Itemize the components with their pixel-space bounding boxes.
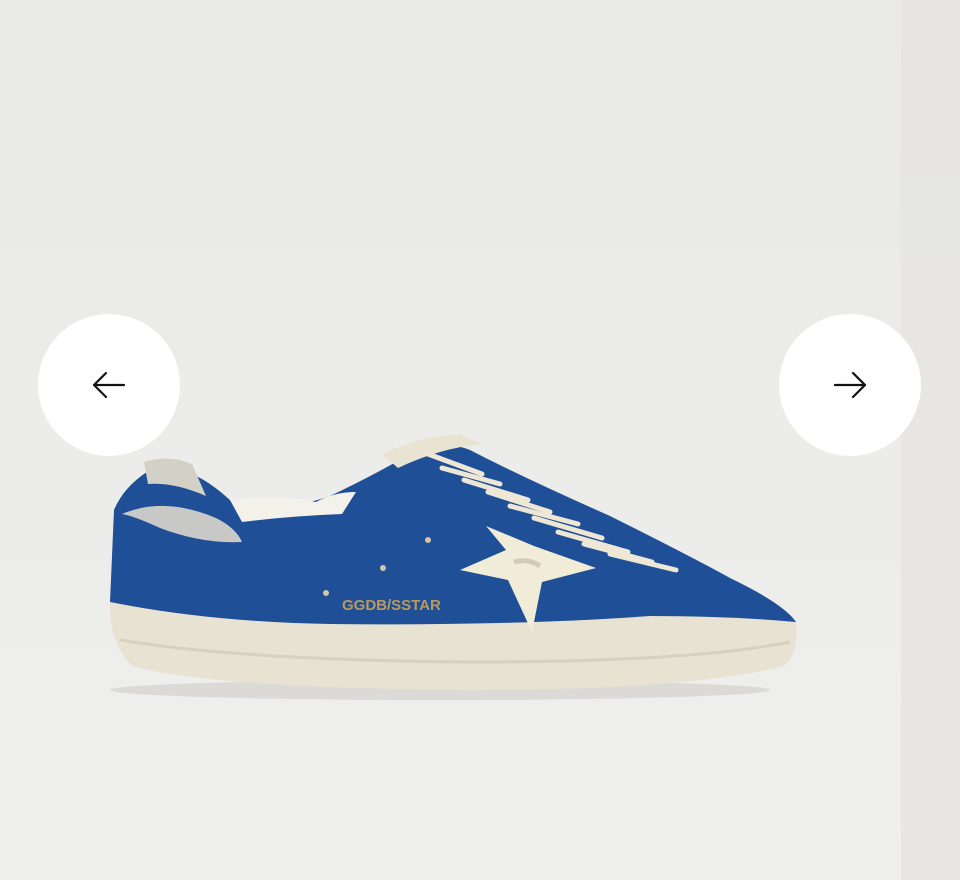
arrow-right-icon — [833, 371, 867, 399]
arrow-left-icon — [92, 371, 126, 399]
next-image-button[interactable] — [779, 314, 921, 456]
sneaker-image: GGDB/SSTAR — [109, 434, 797, 700]
previous-image-button[interactable] — [38, 314, 180, 456]
next-slide-peek — [901, 0, 960, 880]
image-carousel: GGDB/SSTAR — [0, 0, 960, 880]
brand-logo-text: GGDB/SSTAR — [342, 597, 441, 614]
